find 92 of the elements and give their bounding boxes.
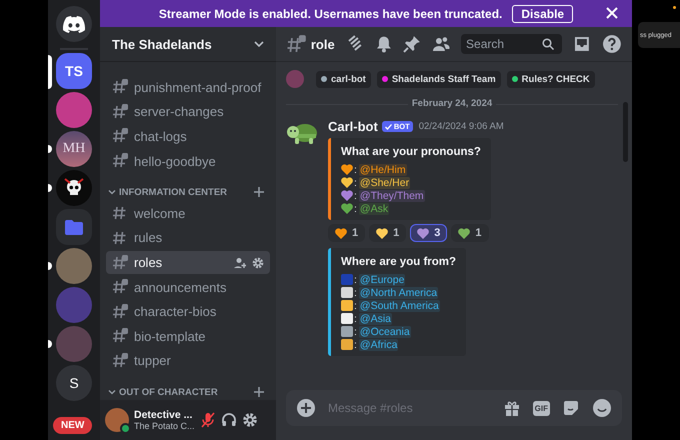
headphones-icon[interactable] [220,412,237,428]
help-icon[interactable] [602,34,622,54]
plus-icon[interactable] [296,398,316,418]
embed-title: What are your pronouns? [341,146,481,158]
new-badge: NEW [53,417,92,434]
separator-text: : [354,300,357,312]
role-mention[interactable]: @He/Him [358,164,407,176]
reaction[interactable]: 1 [451,224,488,242]
close-icon[interactable] [606,7,618,19]
separator-text: : [354,326,357,338]
role-name: Rules? CHECK [522,74,590,84]
settings-icon[interactable] [252,256,264,269]
gif-button[interactable]: GIF [532,400,550,416]
role-name: carl-bot [331,74,366,84]
role-mention[interactable]: @North America [358,286,438,298]
role-mention[interactable]: @Africa [358,338,398,350]
banner-text: Streamer Mode is enabled. Usernames have been truncated. [158,6,502,20]
muted-microphone-icon[interactable] [200,412,216,428]
channel-item[interactable]: server-changes [106,100,270,124]
role-tag[interactable]: carl-bot [316,70,371,88]
channel-item[interactable]: tupper [106,350,270,372]
timestamp: 02/24/2024 9:06 AM [418,121,504,132]
channel-item[interactable]: character-bios [106,300,270,324]
settings-icon[interactable] [242,412,258,428]
separator-text: : [354,286,357,298]
channel-item[interactable]: punishment-and-proof [106,76,270,99]
reaction[interactable]: 1 [369,224,406,242]
separator-text: : [354,274,357,286]
locked-channel-icon [286,35,306,53]
category-name[interactable]: OUT OF CHARACTER [119,386,251,398]
chevron-icon[interactable] [108,388,116,396]
role-mention[interactable]: @They/Them [358,190,425,202]
heart-icon [341,164,353,175]
disable-button[interactable]: Disable [512,4,574,22]
author-name[interactable]: Carl-bot [328,119,378,134]
separator-text: : [354,164,357,176]
user-avatar [286,70,304,88]
role-name: Shadelands Staff Team [392,74,496,84]
category-name[interactable]: INFORMATION CENTER [119,186,251,198]
folder-icon [65,220,83,234]
reaction[interactable]: 3 [410,224,448,242]
search-icon [542,38,554,50]
separator-text: : [354,190,357,202]
inbox-icon[interactable] [573,35,592,53]
threads-icon[interactable] [346,35,364,53]
separator-text: : [354,202,357,214]
online-status-icon [120,423,131,434]
channel-item[interactable]: bio-template [106,325,270,348]
search-field[interactable]: Search [466,37,542,51]
embed-title: Where are you from? [341,256,456,268]
channel-item[interactable]: hello-goodbye [106,150,270,172]
role-mention[interactable]: @Ask [358,202,390,214]
channel-item[interactable]: rules [106,226,270,250]
message-field[interactable]: Message #roles [328,401,491,415]
channel-title: role [310,36,335,52]
chevron-down-icon [254,41,264,47]
role-tag[interactable]: Shadelands Staff Team [376,70,501,88]
username: Detective ... [134,409,194,421]
separator-text: : [354,338,357,350]
logo [63,16,85,32]
role-mention[interactable]: @South America [358,300,440,312]
separator-text: : [354,176,357,188]
members-icon[interactable] [432,35,450,53]
channel-item[interactable]: welcome [106,202,270,225]
search-bar[interactable]: Search [461,34,562,54]
sticker-icon[interactable] [562,399,580,417]
user-status: The Potato C... [134,421,195,431]
role-mention[interactable]: @Oceania [358,326,411,338]
plus-icon[interactable] [254,387,264,398]
separator-text: : [354,312,357,324]
heart-icon [341,190,353,201]
chevron-icon[interactable] [108,188,116,196]
channel-item[interactable]: announcements [106,276,270,298]
pin-icon[interactable] [403,35,422,53]
emoji-icon[interactable] [592,398,612,418]
channel-item[interactable]: chat-logs [106,125,270,148]
role-mention[interactable]: @Asia [358,312,392,324]
plus-icon[interactable] [254,187,264,198]
server-name: The Shadelands [112,36,212,52]
message-composer[interactable]: Message #roles GIF [286,390,622,426]
check-icon [384,124,392,130]
reaction[interactable]: 1 [328,224,366,242]
role-mention[interactable]: @Europe [358,274,406,286]
role-tag[interactable]: Rules? CHECK [506,70,595,88]
user-avatar[interactable] [105,408,129,432]
role-mention[interactable]: @She/Her [358,176,410,188]
add-member-icon[interactable] [234,256,246,269]
bell-icon[interactable] [374,35,392,53]
gift-icon[interactable] [502,399,521,417]
channel-item[interactable]: roles [106,251,270,274]
heart-icon [341,177,353,188]
heart-icon [341,203,353,214]
